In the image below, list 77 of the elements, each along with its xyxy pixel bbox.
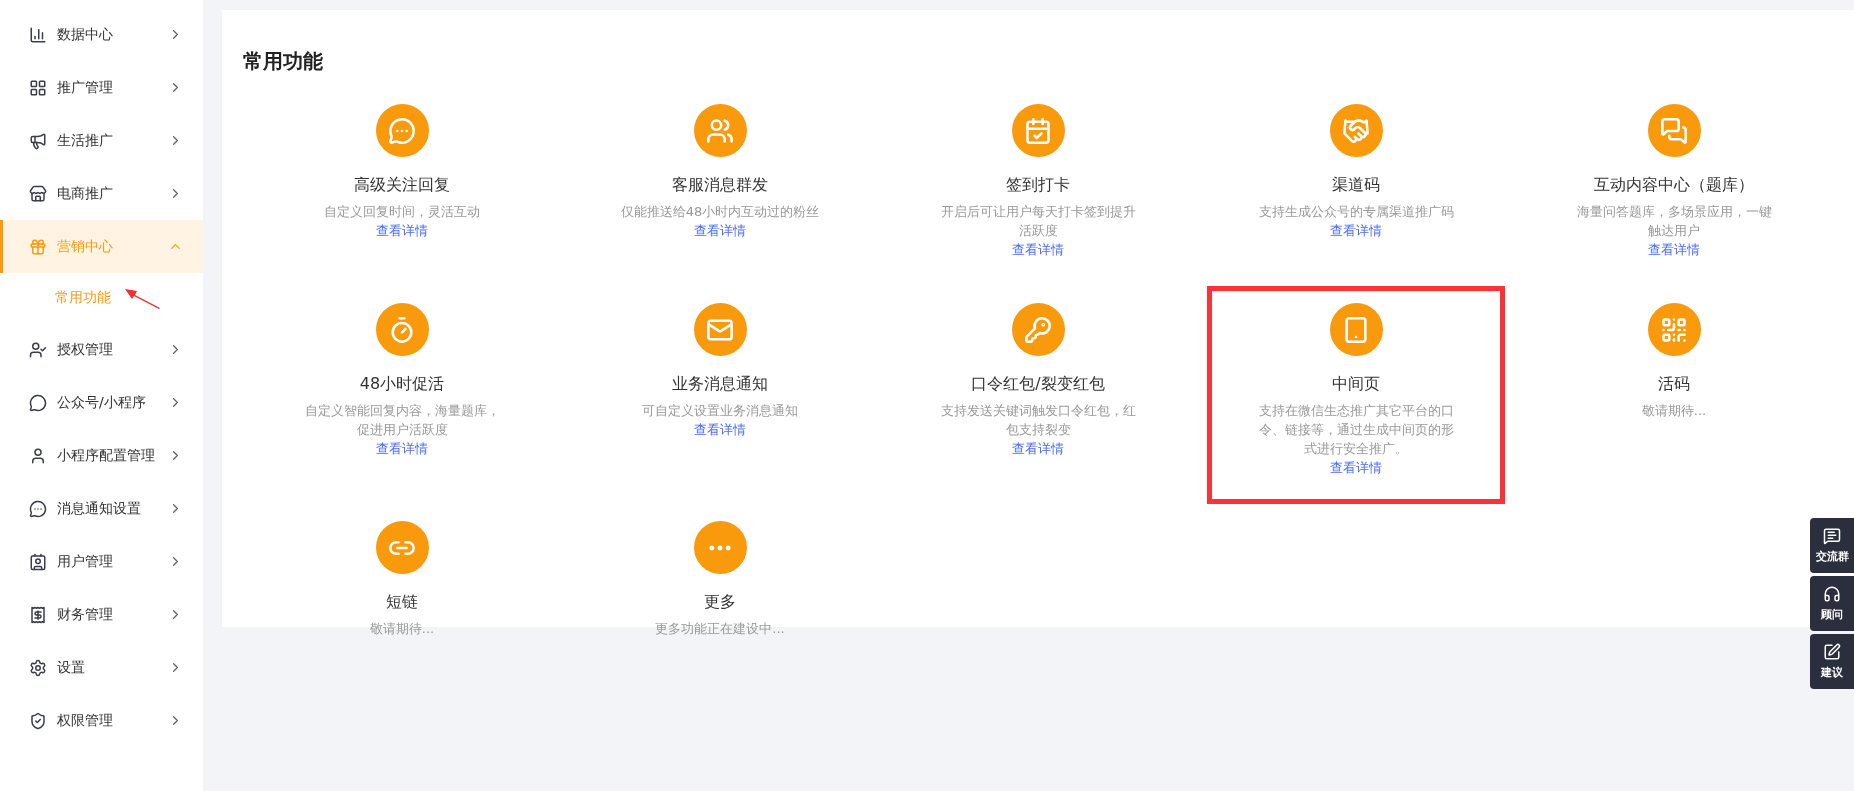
users-icon [693,104,747,157]
chat-icon [1823,527,1841,545]
feature-description: 自定义回复时间，灵活互动 [323,203,481,221]
chat-icon [29,393,47,412]
sidebar-item[interactable]: 小程序配置管理 [0,429,203,482]
feature-title: 客服消息群发 [672,175,768,196]
sidebar-item[interactable]: 权限管理 [0,694,203,747]
mail-icon [693,303,747,356]
sidebar-item[interactable]: 生活推广 [0,114,203,167]
user-check-icon [29,340,47,359]
gift-icon [29,237,47,256]
feature-description: 更多功能正在建设中... [654,620,786,638]
details-link[interactable]: 查看详情 [376,439,428,458]
receipt-icon [29,605,47,624]
timer-icon [375,303,429,356]
qr-code-icon [1647,303,1701,356]
details-link[interactable]: 查看详情 [1330,221,1382,240]
details-link[interactable]: 查看详情 [694,221,746,240]
floating-tool-button[interactable]: 建议 [1810,634,1854,689]
feature-description: 开启后可让用户每天打卡签到提升活跃度 [939,203,1137,240]
grid-icon [29,78,47,97]
sidebar-item[interactable]: 数据中心 [0,8,203,61]
feature-description: 敬请期待... [368,620,436,638]
more-icon [693,521,747,574]
calendar-icon [1011,104,1065,157]
sidebar-item[interactable]: 公众号/小程序 [0,376,203,429]
feature-title: 短链 [386,592,418,613]
arrow-annotation [125,287,161,309]
details-link[interactable]: 查看详情 [694,420,746,439]
feature-title: 48小时促活 [359,374,445,395]
feature-description: 可自定义设置业务消息通知 [641,402,799,420]
feature-title: 互动内容中心（题库） [1594,175,1754,196]
feature-title: 渠道码 [1332,175,1380,196]
feature-description: 自定义智能回复内容，海量题库，促进用户活跃度 [303,402,501,439]
feature-title: 口令红包/裂变红包 [971,374,1105,395]
feature-description: 支持在微信生态推广其它平台的口令、链接等，通过生成中间页的形式进行安全推广。 [1257,402,1455,458]
sidebar-item[interactable]: 用户管理 [0,535,203,588]
sidebar-item[interactable]: 设置 [0,641,203,694]
feature-title: 活码 [1658,374,1690,395]
store-icon [29,184,47,203]
settings-icon [29,658,47,677]
sidebar-item[interactable]: 财务管理 [0,588,203,641]
feature-title: 高级关注回复 [354,175,450,196]
feature-description: 支持生成公众号的专属渠道推广码 [1257,203,1455,221]
sidebar-item[interactable]: 消息通知设置 [0,482,203,535]
feature-title: 业务消息通知 [672,374,768,395]
shield-icon [29,711,47,730]
feature-title: 签到打卡 [1006,175,1070,196]
feature-title: 更多 [704,592,736,613]
sidebar-item[interactable]: 电商推广 [0,167,203,220]
floating-tool-button[interactable]: 交流群 [1810,518,1854,573]
headset-icon [1823,585,1841,603]
edit-icon [1823,643,1841,661]
details-link[interactable]: 查看详情 [376,221,428,240]
feature-description: 支持发送关键词触发口令红包，红包支持裂变 [939,402,1137,439]
tablet-icon [1329,303,1383,356]
chat-dots-icon [29,499,47,518]
details-link[interactable]: 查看详情 [1012,240,1064,259]
details-link[interactable]: 查看详情 [1648,240,1700,259]
chat-dots-icon [375,104,429,157]
details-link[interactable]: 查看详情 [1012,439,1064,458]
feature-title: 中间页 [1332,374,1380,395]
megaphone-icon [29,131,47,150]
handshake-icon [1329,104,1383,157]
key-icon [1011,303,1065,356]
contact-card-icon [29,552,47,571]
section-title: 常用功能 [243,48,323,75]
chat-bubbles-icon [1647,104,1701,157]
user-icon [29,446,47,465]
details-link[interactable]: 查看详情 [1330,458,1382,477]
chart-icon [29,25,47,44]
link-icon [375,521,429,574]
sidebar-item[interactable]: 推广管理 [0,61,203,114]
feature-description: 敬请期待... [1640,402,1708,420]
floating-tool-button[interactable]: 顾问 [1810,576,1854,631]
sidebar-item[interactable]: 授权管理 [0,323,203,376]
feature-description: 仅能推送给48小时内互动过的粉丝 [619,203,821,221]
